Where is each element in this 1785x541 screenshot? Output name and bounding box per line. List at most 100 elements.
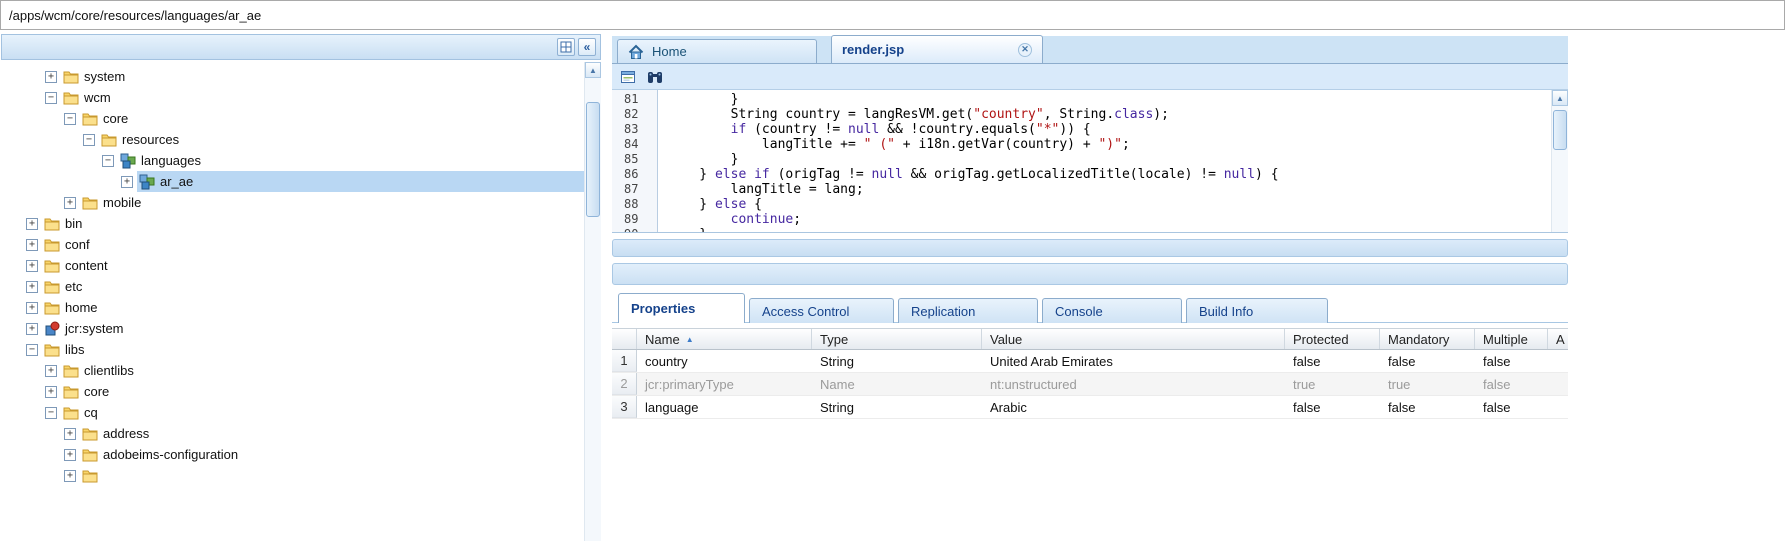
tree-toggle-expand[interactable]: + bbox=[121, 175, 133, 188]
property-row-jcr:primaryType[interactable]: 2 jcr:primaryType Name nt:unstructured true t… bbox=[612, 373, 1568, 396]
column-header-protected[interactable]: Protected bbox=[1285, 329, 1380, 349]
tree-toggle-expand[interactable]: + bbox=[26, 280, 38, 293]
column-header-mandatory[interactable]: Mandatory bbox=[1380, 329, 1475, 349]
tree-toggle-expand[interactable]: + bbox=[45, 385, 57, 398]
tree-item-libs[interactable]: − libs bbox=[1, 339, 584, 360]
tree-item-content: languages bbox=[118, 150, 584, 171]
tree-toggle-collapse[interactable]: − bbox=[83, 133, 95, 146]
tab-access-control[interactable]: Access Control bbox=[749, 298, 894, 323]
property-row-language[interactable]: 3 language String Arabic false false false bbox=[612, 396, 1568, 419]
node-icon bbox=[120, 153, 136, 168]
tree-toggle-expand[interactable]: + bbox=[26, 238, 38, 251]
tab-properties[interactable]: Properties bbox=[618, 293, 745, 323]
tab-console[interactable]: Console bbox=[1042, 298, 1182, 323]
tree-toggle-collapse[interactable]: − bbox=[45, 91, 57, 104]
folder-icon bbox=[82, 449, 98, 461]
tree-item-resources[interactable]: − resources bbox=[1, 129, 584, 150]
tree-toggle-expand[interactable]: + bbox=[64, 196, 76, 209]
pin-panel-icon[interactable] bbox=[557, 38, 575, 56]
tree-toggle-expand[interactable]: + bbox=[45, 70, 57, 83]
tree-toggle-expand[interactable]: + bbox=[26, 217, 38, 230]
editor-tab-render.jsp[interactable]: render.jsp ✕ bbox=[831, 35, 1043, 63]
tree-toggle-collapse[interactable]: − bbox=[102, 154, 114, 167]
system-icon bbox=[45, 321, 60, 335]
property-row-country[interactable]: 1 country String United Arab Emirates false f… bbox=[612, 350, 1568, 373]
tree-item-home[interactable]: + home bbox=[1, 297, 584, 318]
tree-toggle-expand[interactable]: + bbox=[45, 364, 57, 377]
tree-toggle-collapse[interactable]: − bbox=[26, 343, 38, 356]
tab-replication[interactable]: Replication bbox=[898, 298, 1038, 323]
scroll-up-icon[interactable]: ▲ bbox=[1552, 90, 1568, 106]
code-scrollbar-thumb[interactable] bbox=[1553, 110, 1567, 150]
tab-build-info[interactable]: Build Info bbox=[1186, 298, 1328, 323]
tab-label: Home bbox=[652, 44, 687, 59]
tree-item-content[interactable]: + content bbox=[1, 255, 584, 276]
tree-toggle-expand[interactable]: + bbox=[64, 427, 76, 440]
column-header-name[interactable]: Name ▲ bbox=[637, 329, 812, 349]
tree-item-languages[interactable]: − languages bbox=[1, 150, 584, 171]
folder-icon bbox=[63, 71, 79, 83]
tree-item-cq[interactable]: − cq bbox=[1, 402, 584, 423]
column-header-label: Mandatory bbox=[1388, 331, 1450, 347]
tree-item-ar_ae[interactable]: + ar_ae bbox=[1, 171, 584, 192]
tree-toggle-expand[interactable]: + bbox=[26, 259, 38, 272]
path-input[interactable] bbox=[9, 7, 1776, 23]
tree-item-label: ar_ae bbox=[160, 174, 194, 189]
cell-mandatory: false bbox=[1388, 353, 1416, 369]
column-header-label: Protected bbox=[1293, 331, 1349, 347]
column-header-label: Type bbox=[820, 331, 849, 347]
search-icon[interactable] bbox=[645, 67, 664, 86]
tree-item-clientlibs[interactable]: + clientlibs bbox=[1, 360, 584, 381]
tree-item-core[interactable]: − core bbox=[1, 108, 584, 129]
document-icon[interactable] bbox=[618, 67, 637, 86]
column-header-multiple[interactable]: Multiple bbox=[1475, 329, 1548, 349]
tree-item-unnamed[interactable]: + bbox=[1, 465, 584, 486]
code-text[interactable]: } String country = langResVM.get("countr… bbox=[658, 90, 1551, 232]
cell-type: Name bbox=[820, 376, 855, 392]
row-number-header bbox=[612, 329, 637, 349]
tree-item-system[interactable]: + system bbox=[1, 66, 584, 87]
tree-item-etc[interactable]: + etc bbox=[1, 276, 584, 297]
line-number: 83 bbox=[624, 122, 639, 136]
tree-toggle-collapse[interactable]: − bbox=[64, 112, 76, 125]
panel-splitter[interactable] bbox=[612, 263, 1568, 285]
tree-item-core[interactable]: + core bbox=[1, 381, 584, 402]
tree-toggle-expand[interactable]: + bbox=[64, 469, 76, 482]
tree-item-jcr:system[interactable]: + jcr:system bbox=[1, 318, 584, 339]
tree-toggle-collapse[interactable]: − bbox=[45, 406, 57, 419]
tree-item-bin[interactable]: + bin bbox=[1, 213, 584, 234]
scroll-up-icon[interactable]: ▲ bbox=[585, 62, 601, 78]
tab-label: Replication bbox=[911, 303, 976, 319]
tree-scrollbar-thumb[interactable] bbox=[586, 102, 600, 217]
tree-panel-header: « bbox=[1, 34, 601, 60]
repository-tree[interactable]: + system − wcm − core − resources − language… bbox=[1, 62, 584, 541]
tree-scrollbar[interactable]: ▲ bbox=[584, 62, 601, 541]
tree-item-address[interactable]: + address bbox=[1, 423, 584, 444]
column-header-type[interactable]: Type bbox=[812, 329, 982, 349]
folder-icon bbox=[44, 218, 60, 230]
tree-toggle-expand[interactable]: + bbox=[26, 301, 38, 314]
tree-item-content: cq bbox=[61, 402, 584, 423]
collapse-panel-icon[interactable]: « bbox=[578, 38, 596, 56]
folder-icon bbox=[63, 92, 79, 104]
tree-item-adobeims-configuration[interactable]: + adobeims-configuration bbox=[1, 444, 584, 465]
editor-tab-Home[interactable]: Home bbox=[617, 39, 817, 63]
code-line: } bbox=[668, 227, 1551, 232]
folder-icon bbox=[82, 470, 98, 482]
tree-item-conf[interactable]: + conf bbox=[1, 234, 584, 255]
tree-toggle-expand[interactable]: + bbox=[26, 322, 38, 335]
folder-icon bbox=[82, 113, 98, 125]
code-line: langTitle += " (" + i18n.getVar(country)… bbox=[668, 137, 1130, 152]
tree-item-mobile[interactable]: + mobile bbox=[1, 192, 584, 213]
tree-item-wcm[interactable]: − wcm bbox=[1, 87, 584, 108]
column-header-value[interactable]: Value bbox=[982, 329, 1285, 349]
tab-label: Access Control bbox=[762, 303, 850, 319]
close-icon[interactable]: ✕ bbox=[1018, 42, 1032, 57]
cell-mandatory: false bbox=[1388, 399, 1416, 415]
code-scrollbar[interactable]: ▲ bbox=[1551, 90, 1568, 232]
tree-item-content: etc bbox=[42, 276, 584, 297]
tree-toggle-expand[interactable]: + bbox=[64, 448, 76, 461]
tree-item-content: jcr:system bbox=[42, 318, 584, 339]
code-horizontal-scrollbar[interactable] bbox=[612, 239, 1568, 257]
column-header-a[interactable]: A bbox=[1548, 329, 1568, 349]
